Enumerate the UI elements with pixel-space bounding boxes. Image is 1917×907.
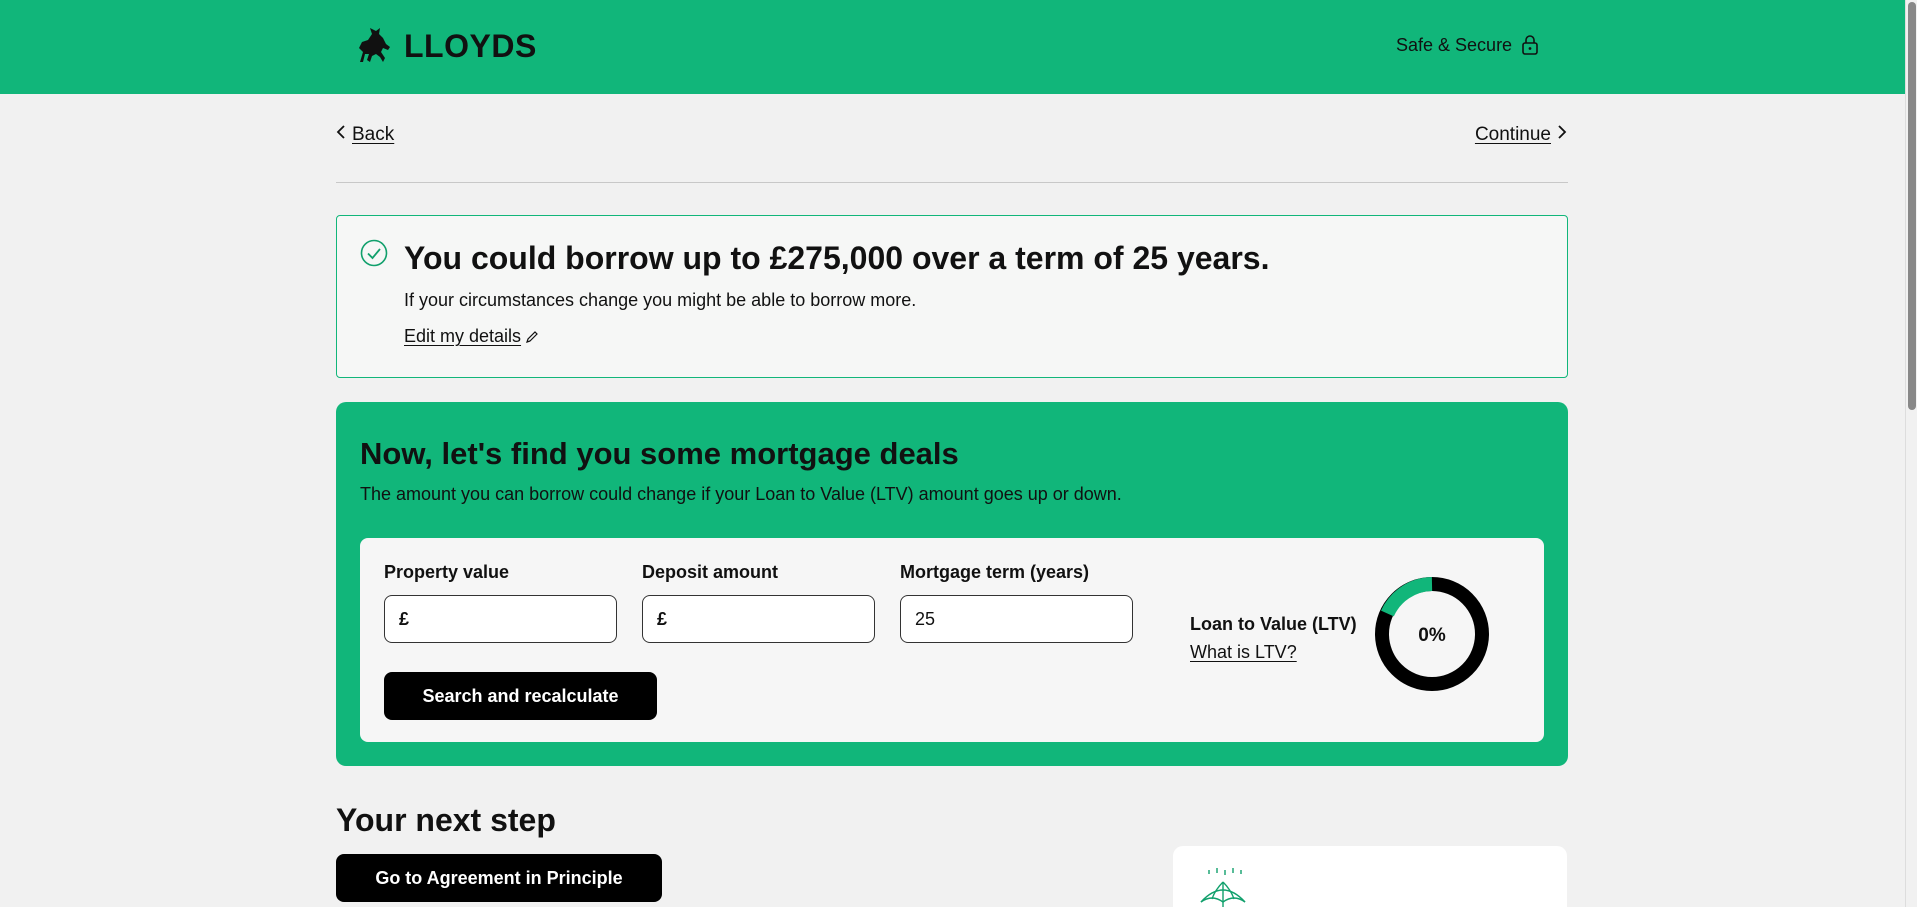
deposit-amount-input[interactable] [673, 608, 854, 630]
what-is-ltv-link[interactable]: What is LTV? [1190, 642, 1297, 663]
black-horse-icon [359, 28, 390, 62]
pound-prefix: £ [657, 608, 668, 629]
lock-icon [1522, 35, 1538, 55]
deposit-amount-label: Deposit amount [642, 562, 779, 582]
ltv-donut-chart: 0% [1375, 577, 1489, 691]
search-recalculate-button[interactable]: Search and recalculate [384, 672, 657, 720]
check-circle-icon [360, 239, 388, 267]
ltv-value: 0% [1418, 625, 1446, 646]
property-value-field: Property value £ [384, 562, 617, 643]
pound-prefix: £ [399, 608, 410, 629]
agreement-in-principle-button[interactable]: Go to Agreement in Principle [336, 854, 662, 902]
mortgage-term-input-wrapper[interactable] [900, 595, 1133, 643]
deals-title: Now, let's find you some mortgage deals [360, 436, 959, 471]
chevron-left-icon [336, 124, 346, 146]
scrollbar-thumb[interactable] [1908, 2, 1916, 410]
mortgage-deals-panel: Now, let's find you some mortgage deals … [336, 402, 1568, 766]
edit-details-label: Edit my details [404, 326, 522, 346]
next-step-title: Your next step [336, 802, 556, 838]
nav-divider [336, 182, 1568, 183]
lloyds-logo[interactable]: LLOYDS [350, 22, 537, 70]
page-scrollbar[interactable] [1905, 0, 1917, 907]
continue-link[interactable]: Continue [1475, 124, 1567, 146]
brand-name: LLOYDS [404, 27, 537, 64]
umbrella-icon [1200, 868, 1246, 907]
property-value-label: Property value [384, 562, 510, 582]
side-info-card [1173, 846, 1567, 907]
continue-label: Continue [1474, 124, 1551, 145]
property-value-input[interactable] [415, 608, 596, 630]
property-value-input-wrapper[interactable]: £ [384, 595, 617, 643]
borrow-result-subtitle: If your circumstances change you might b… [404, 290, 917, 310]
top-header: LLOYDS Safe & Secure [0, 0, 1905, 94]
ltv-label: Loan to Value (LTV) [1190, 614, 1357, 634]
chevron-right-icon [1557, 124, 1567, 146]
deposit-amount-field: Deposit amount £ [642, 562, 875, 643]
safe-secure-indicator: Safe & Secure [1396, 34, 1540, 56]
back-label: Back [352, 124, 395, 145]
mortgage-term-field: Mortgage term (years) [900, 562, 1133, 643]
ltv-donut-accent [1381, 577, 1433, 617]
borrow-result-title: You could borrow up to £275,000 over a t… [404, 240, 1270, 276]
edit-details-link[interactable]: Edit my details [404, 326, 539, 347]
deposit-amount-input-wrapper[interactable]: £ [642, 595, 875, 643]
safe-secure-label: Safe & Secure [1396, 34, 1513, 55]
borrow-result-box: You could borrow up to £275,000 over a t… [336, 215, 1568, 378]
deals-subtitle: The amount you can borrow could change i… [360, 484, 1122, 504]
pencil-icon [526, 330, 538, 343]
back-link[interactable]: Back [336, 124, 394, 146]
mortgage-term-label: Mortgage term (years) [900, 562, 1090, 582]
deals-form-card: Property value £ Deposit amount £ Mortga… [360, 538, 1544, 742]
mortgage-term-input[interactable] [915, 608, 1095, 630]
